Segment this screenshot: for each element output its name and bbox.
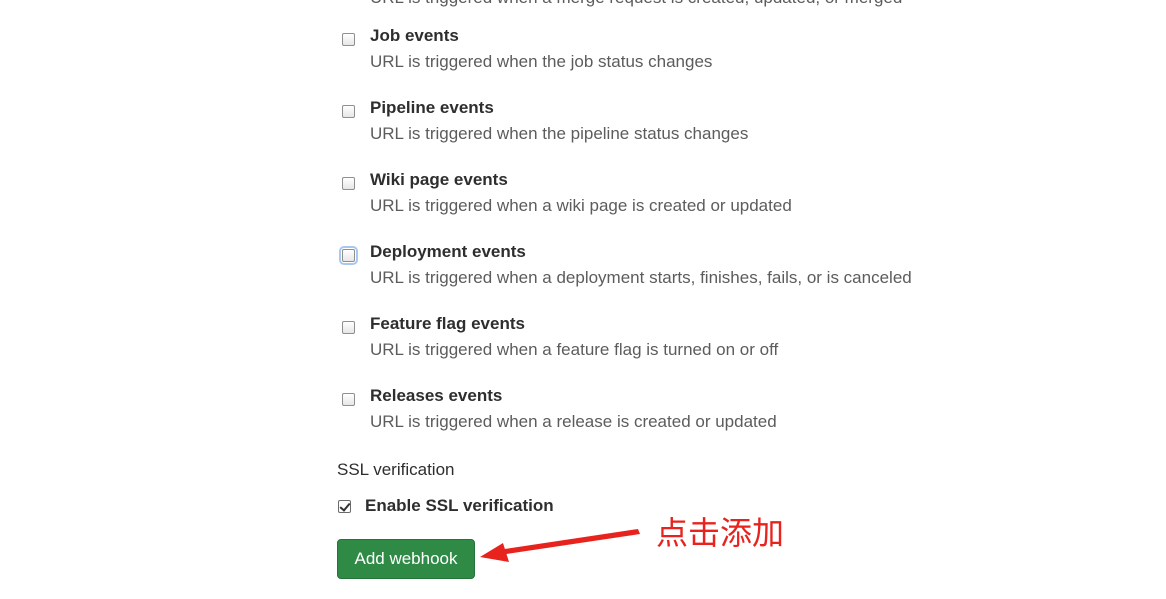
pipeline-events-label[interactable]: Pipeline events: [370, 98, 494, 118]
event-releases: Releases events URL is triggered when a …: [340, 386, 1040, 448]
job-events-checkbox[interactable]: [342, 33, 355, 46]
add-webhook-button[interactable]: Add webhook: [337, 539, 475, 579]
wiki-page-events-label[interactable]: Wiki page events: [370, 170, 508, 190]
releases-events-label[interactable]: Releases events: [370, 386, 502, 406]
enable-ssl-verification-checkbox[interactable]: [338, 500, 351, 513]
event-pipeline: Pipeline events URL is triggered when th…: [340, 98, 1040, 160]
deployment-events-help: URL is triggered when a deployment start…: [370, 268, 912, 287]
feature-flag-events-checkbox[interactable]: [342, 321, 355, 334]
releases-events-help: URL is triggered when a release is creat…: [370, 412, 777, 431]
ssl-verification-heading: SSL verification: [337, 460, 455, 479]
pipeline-events-help: URL is triggered when the pipeline statu…: [370, 124, 749, 143]
job-events-help: URL is triggered when the job status cha…: [370, 52, 713, 71]
click-to-add-annotation: 点击添加: [656, 514, 785, 552]
feature-flag-events-label[interactable]: Feature flag events: [370, 314, 525, 334]
releases-events-checkbox[interactable]: [342, 393, 355, 406]
event-feature-flag: Feature flag events URL is triggered whe…: [340, 314, 1040, 376]
pipeline-events-checkbox[interactable]: [342, 105, 355, 118]
feature-flag-events-help: URL is triggered when a feature flag is …: [370, 340, 779, 359]
event-deployment: Deployment events URL is triggered when …: [339, 242, 1040, 304]
merge-request-events-help-text: URL is triggered when a merge request is…: [370, 0, 902, 8]
webhook-settings-page: URL is triggered when a merge request is…: [0, 0, 1166, 599]
wiki-page-events-checkbox[interactable]: [342, 177, 355, 190]
deployment-events-checkbox[interactable]: [339, 246, 358, 265]
deployment-events-label[interactable]: Deployment events: [370, 242, 526, 262]
event-job: Job events URL is triggered when the job…: [340, 26, 1040, 88]
enable-ssl-verification-label[interactable]: Enable SSL verification: [365, 496, 554, 516]
event-wiki-page: Wiki page events URL is triggered when a…: [340, 170, 1040, 232]
wiki-page-events-help: URL is triggered when a wiki page is cre…: [370, 196, 792, 215]
job-events-label[interactable]: Job events: [370, 26, 459, 46]
